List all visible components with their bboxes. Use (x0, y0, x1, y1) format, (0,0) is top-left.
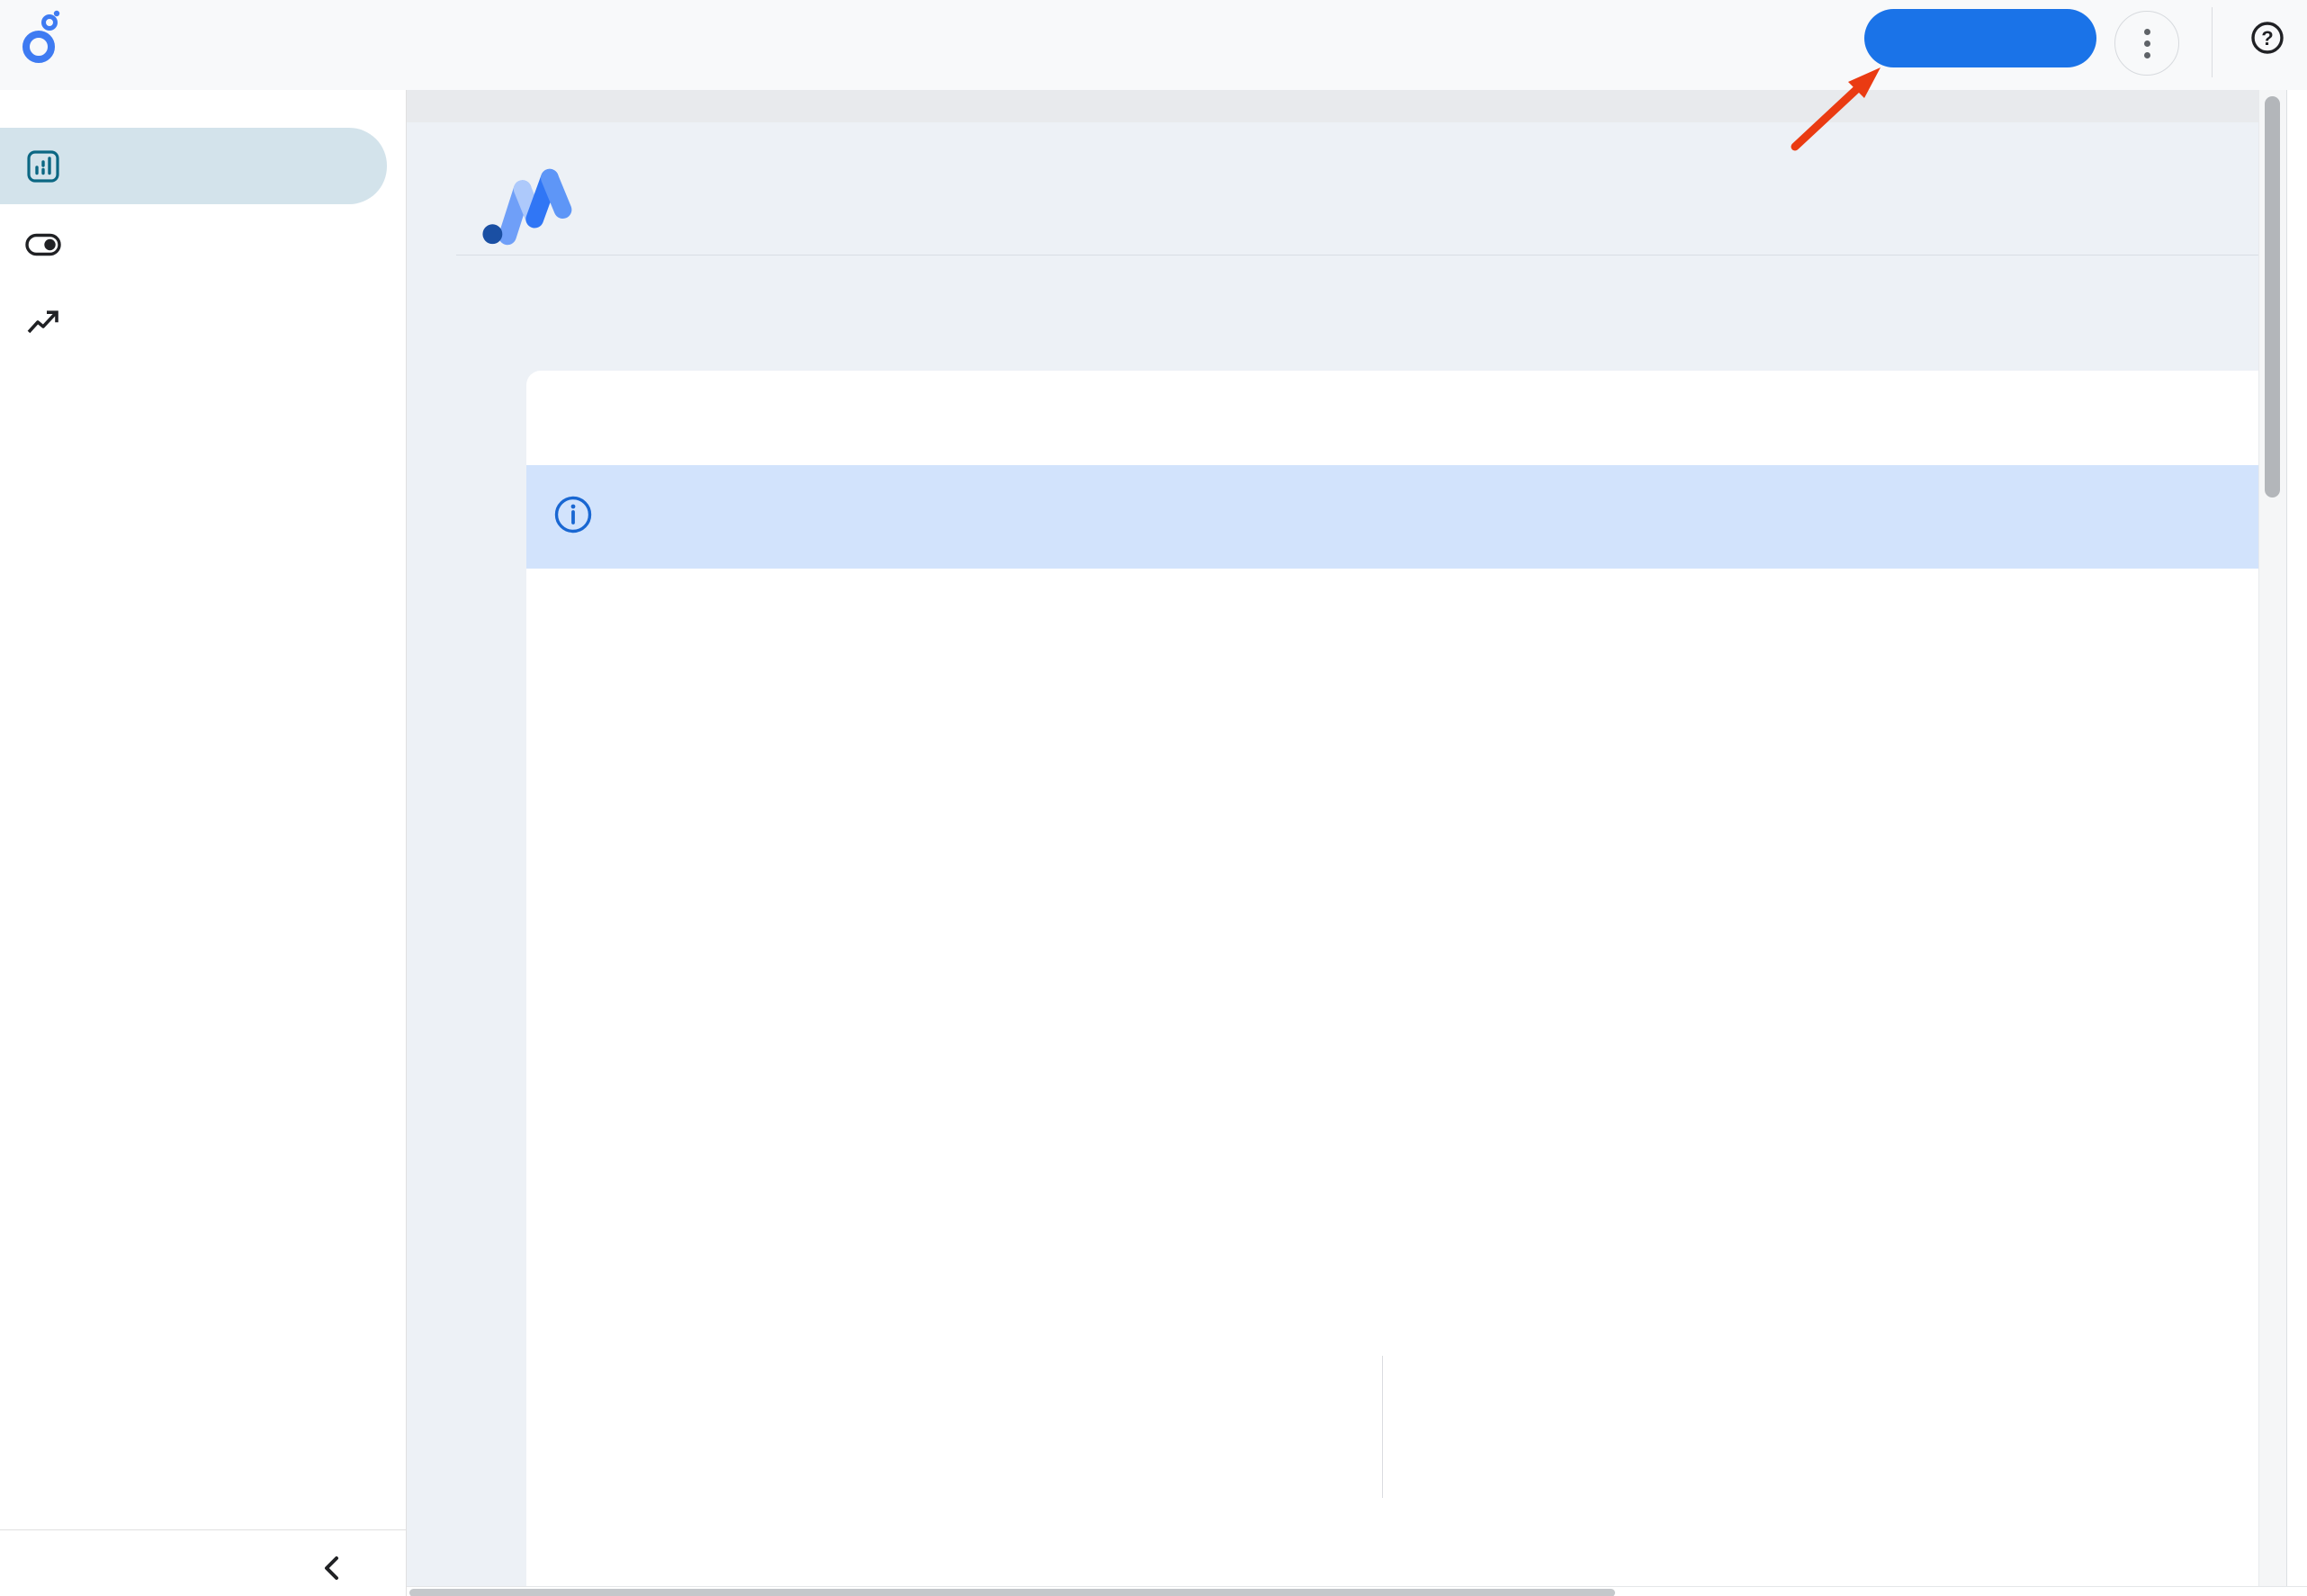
collapse-sidebar-button[interactable] (313, 1549, 353, 1589)
report-page (407, 122, 2258, 1586)
vertical-scrollbar-thumb[interactable] (2265, 96, 2280, 498)
vertical-scrollbar[interactable] (2258, 90, 2286, 1596)
expected-vs-actual-chart (580, 693, 2258, 1323)
kebab-menu-icon (2144, 29, 2150, 35)
model-fit-table (583, 1356, 1377, 1498)
more-options-button[interactable] (2114, 11, 2179, 76)
help-icon: ? (2249, 20, 2285, 56)
right-gutter (2286, 90, 2307, 1596)
topbar-divider (2212, 7, 2213, 77)
sidebar-item-plan[interactable] (0, 218, 387, 272)
toggle-icon (25, 227, 61, 263)
kebab-menu-icon (2144, 52, 2150, 58)
sidebar-divider (0, 1529, 407, 1530)
info-banner (526, 465, 2258, 569)
bar-chart-icon (25, 148, 61, 184)
horizontal-scrollbar[interactable] (407, 1586, 2307, 1596)
looker-studio-screen: ? (0, 0, 2307, 1596)
horizontal-scrollbar-thumb[interactable] (409, 1589, 1615, 1596)
looker-studio-logo-icon (18, 9, 65, 73)
info-icon (553, 495, 593, 539)
sidebar (0, 90, 407, 1596)
chevron-left-icon (318, 1553, 348, 1583)
meridian-logo-icon (475, 162, 583, 256)
sidebar-item-optimize[interactable] (0, 295, 387, 349)
topbar: ? (0, 0, 2307, 90)
sidebar-item-analyze[interactable] (0, 128, 387, 204)
trending-up-icon (25, 304, 61, 340)
kebab-menu-icon (2144, 40, 2150, 47)
table-empty-area (583, 1356, 1383, 1498)
model-fit-card (526, 371, 2258, 1586)
header-divider (456, 255, 2258, 256)
edit-and-share-button[interactable] (1864, 9, 2096, 67)
help-button[interactable]: ? (2249, 20, 2285, 56)
svg-text:?: ? (2261, 27, 2273, 49)
report-container-band (407, 90, 2258, 122)
